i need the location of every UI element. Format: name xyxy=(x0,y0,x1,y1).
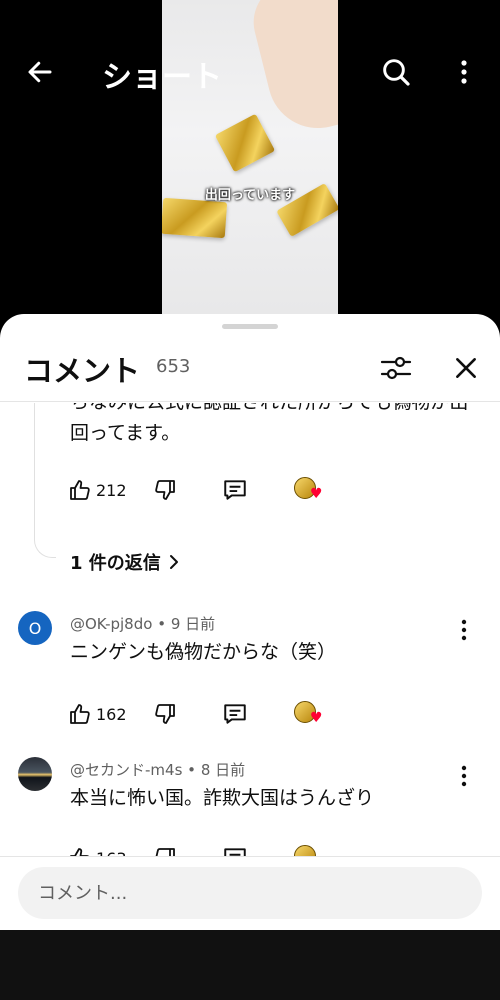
comment-meta: @OK-pj8do • 9 日前 xyxy=(70,613,215,634)
search-icon xyxy=(383,59,410,86)
more-vertical-icon xyxy=(461,60,467,84)
replies-label: 1 件の返信 xyxy=(70,553,161,574)
thumb-up-icon xyxy=(70,704,90,724)
page-title: ショート xyxy=(102,60,222,95)
dislike-button[interactable] xyxy=(150,699,180,729)
reply-button[interactable] xyxy=(220,699,250,729)
filter-sliders-icon xyxy=(380,356,412,380)
like-count: 163 xyxy=(96,849,127,857)
comments-count: 653 xyxy=(156,356,191,377)
comment-time: 9 日前 xyxy=(170,615,216,633)
comment-author[interactable]: @セカンド-m4s xyxy=(70,761,182,779)
thumb-up-icon xyxy=(70,480,90,500)
creator-avatar-icon xyxy=(294,845,316,856)
comment-input-bar xyxy=(0,856,500,930)
comment-actions: 212 ♥ xyxy=(68,475,368,505)
meta-separator: • xyxy=(157,615,167,633)
comment-icon xyxy=(224,848,246,856)
comment-icon xyxy=(224,480,246,500)
like-count: 212 xyxy=(96,480,127,500)
comments-sheet: コメント 653 ちなみに公式に認証された所からでも偽物が出回ってます。 212 xyxy=(0,314,500,930)
reply-button[interactable] xyxy=(220,843,250,856)
like-button[interactable]: 212 xyxy=(68,475,127,505)
comment-time: 8 日前 xyxy=(200,761,246,779)
comments-list[interactable]: ちなみに公式に認証された所からでも偽物が出回ってます。 212 xyxy=(0,403,500,856)
like-button[interactable]: 163 xyxy=(68,843,127,856)
arrow-left-icon xyxy=(28,61,52,83)
avatar[interactable]: O xyxy=(18,611,52,645)
creator-heart-badge: ♥ xyxy=(294,699,328,729)
comment-icon xyxy=(224,704,246,724)
close-button[interactable] xyxy=(444,348,488,388)
chevron-right-icon xyxy=(169,555,178,569)
view-replies-link[interactable]: 1 件の返信 xyxy=(70,549,181,575)
avatar-letter: O xyxy=(28,618,42,638)
thumb-down-icon xyxy=(155,480,175,500)
comment-actions: 162 ♥ xyxy=(68,699,368,729)
thumb-up-icon xyxy=(70,848,90,856)
comment-item: O @OK-pj8do • 9 日前 ニンゲンも偽物だからな（笑） 162 ♥ xyxy=(0,611,500,751)
dislike-button[interactable] xyxy=(150,843,180,856)
search-button[interactable] xyxy=(374,50,418,94)
comment-text: 本当に怖い国。詐欺大国はうんざり xyxy=(70,787,375,809)
dislike-button[interactable] xyxy=(150,475,180,505)
like-button[interactable]: 162 xyxy=(68,699,127,729)
gold-bar xyxy=(214,113,276,173)
like-count: 162 xyxy=(96,704,127,724)
top-bar: ショート xyxy=(0,40,500,100)
comments-header: コメント 653 xyxy=(0,344,500,402)
more-button[interactable] xyxy=(444,50,484,94)
creator-heart-badge: ♥ xyxy=(294,475,328,505)
thumb-down-icon xyxy=(155,848,175,856)
thread-line xyxy=(34,403,56,558)
close-icon xyxy=(456,358,476,378)
reply-button[interactable] xyxy=(220,475,250,505)
comment-text: ちなみに公式に認証された所からでも偽物が出回ってます。 xyxy=(70,403,468,444)
comments-title: コメント xyxy=(24,354,141,388)
system-nav-bar xyxy=(0,930,500,1000)
comment-text: ニンゲンも偽物だからな（笑） xyxy=(70,641,337,663)
comment-input[interactable] xyxy=(18,867,482,919)
comment-item: @セカンド-m4s • 8 日前 本当に怖い国。詐欺大国はうんざり 163 xyxy=(0,757,500,856)
gold-bar xyxy=(162,197,228,239)
back-button[interactable] xyxy=(18,50,62,94)
meta-separator: • xyxy=(187,761,197,779)
heart-icon: ♥ xyxy=(310,486,323,502)
heart-icon: ♥ xyxy=(310,710,323,726)
creator-heart-badge xyxy=(294,843,328,856)
avatar[interactable] xyxy=(18,757,52,791)
comment-actions: 163 xyxy=(68,843,368,856)
comment-author[interactable]: @OK-pj8do xyxy=(70,615,152,633)
video-caption: 出回っています xyxy=(204,188,296,203)
thumb-down-icon xyxy=(155,704,175,724)
drag-handle[interactable] xyxy=(222,324,278,329)
comment-meta: @セカンド-m4s • 8 日前 xyxy=(70,759,245,780)
filter-button[interactable] xyxy=(374,348,418,388)
